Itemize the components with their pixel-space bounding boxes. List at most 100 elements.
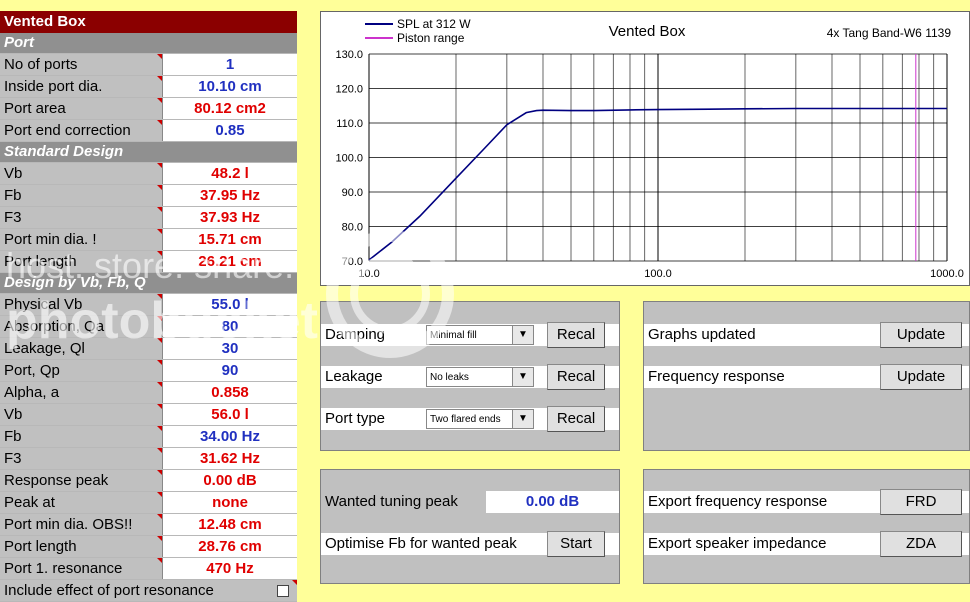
param-label: Port, Qp: [0, 360, 163, 381]
param-value[interactable]: 0.85: [163, 120, 297, 141]
frequency-response-update-button[interactable]: Update: [880, 364, 962, 390]
y-tick-label: 100.0: [335, 153, 363, 165]
legend-label: Piston range: [397, 31, 465, 45]
chevron-down-icon[interactable]: ▼: [512, 410, 533, 428]
export-frd-label: Export frequency response: [648, 493, 828, 510]
optimise-start-button[interactable]: Start: [547, 531, 605, 557]
param-value: 28.76 cm: [163, 536, 297, 557]
include-port-resonance-row: Include effect of port resonance: [0, 580, 297, 602]
acoustic-settings-panel: Damping Minimal fill ▼ Recal Leakage No l…: [320, 301, 620, 451]
graphs-panel: Graphs updated Update Frequency response…: [643, 301, 970, 451]
param-row: Alpha, a 0.858: [0, 382, 297, 404]
param-label: Port min dia. !: [0, 229, 163, 250]
param-row: Port min dia. OBS!! 12.48 cm: [0, 514, 297, 536]
param-label: No of ports: [0, 54, 163, 75]
tuning-peak-value[interactable]: 0.00 dB: [486, 491, 619, 513]
param-value: 15.71 cm: [163, 229, 297, 250]
param-value[interactable]: 34.00 Hz: [163, 426, 297, 447]
chart-title: Vented Box: [609, 23, 686, 40]
include-port-resonance-checkbox[interactable]: [277, 585, 289, 597]
param-value[interactable]: 80: [163, 316, 297, 337]
sheet-title: Vented Box: [0, 11, 297, 33]
section-port: Port: [0, 33, 297, 54]
param-value: 0.00 dB: [163, 470, 297, 491]
param-label: Port 1. resonance: [0, 558, 163, 579]
damping-label: Damping: [325, 326, 386, 343]
y-tick-label: 80.0: [342, 222, 363, 234]
chevron-down-icon[interactable]: ▼: [512, 368, 533, 386]
param-row: Port, Qp 90: [0, 360, 297, 382]
param-value[interactable]: 90: [163, 360, 297, 381]
param-value[interactable]: 10.10 cm: [163, 76, 297, 97]
section-standard-design: Standard Design: [0, 142, 297, 163]
param-label: Port min dia. OBS!!: [0, 514, 163, 535]
param-row: Vb 48.2 l: [0, 163, 297, 185]
param-row: Port 1. resonance 470 Hz: [0, 558, 297, 580]
param-label: Vb: [0, 404, 163, 425]
chart-svg: 70.0 80.0 90.0 100.0 110.0 120.0 130.0 10.0 100.…: [335, 17, 964, 280]
param-value: none: [163, 492, 297, 513]
param-value: 12.48 cm: [163, 514, 297, 535]
param-value: 470 Hz: [163, 558, 297, 579]
y-tick-label: 120.0: [335, 84, 363, 96]
param-value[interactable]: 30: [163, 338, 297, 359]
x-tick-label: 1000.0: [930, 268, 964, 280]
param-label: Port end correction: [0, 120, 163, 141]
param-row: No of ports 1: [0, 54, 297, 76]
chevron-down-icon[interactable]: ▼: [512, 326, 533, 344]
param-value: 37.93 Hz: [163, 207, 297, 228]
tuning-peak-label: Wanted tuning peak: [325, 493, 458, 510]
export-zda-button[interactable]: ZDA: [880, 531, 962, 557]
param-row: Inside port dia. 10.10 cm: [0, 76, 297, 98]
tuning-peak-row: Wanted tuning peak 0.00 dB: [321, 491, 619, 513]
param-label: Alpha, a: [0, 382, 163, 403]
x-tick-label: 10.0: [358, 268, 379, 280]
param-row: Port length 28.76 cm: [0, 536, 297, 558]
response-chart: 70.0 80.0 90.0 100.0 110.0 120.0 130.0 10.0 100.…: [320, 11, 970, 286]
param-row: Response peak 0.00 dB: [0, 470, 297, 492]
param-row: Vb 56.0 l: [0, 404, 297, 426]
leakage-row: Leakage No leaks ▼ Recal: [321, 364, 619, 390]
param-value: 80.12 cm2: [163, 98, 297, 119]
optimise-row: Optimise Fb for wanted peak Start: [321, 531, 619, 557]
damping-recal-button[interactable]: Recal: [547, 322, 605, 348]
param-label: Port length: [0, 251, 163, 272]
port-type-select[interactable]: Two flared ends ▼: [426, 409, 534, 429]
param-row: Port area 80.12 cm2: [0, 98, 297, 120]
legend-label: SPL at 312 W: [397, 17, 471, 31]
export-zda-row: Export speaker impedance ZDA: [644, 531, 969, 557]
x-tick-label: 100.0: [644, 268, 672, 280]
port-type-row: Port type Two flared ends ▼ Recal: [321, 406, 619, 432]
param-row: Port min dia. ! 15.71 cm: [0, 229, 297, 251]
param-label: Inside port dia.: [0, 76, 163, 97]
y-tick-label: 90.0: [342, 187, 363, 199]
export-zda-label: Export speaker impedance: [648, 535, 827, 552]
param-row: Physical Vb 55.0 l: [0, 294, 297, 316]
export-frd-row: Export frequency response FRD: [644, 489, 969, 515]
param-label: Port area: [0, 98, 163, 119]
optimise-label: Optimise Fb for wanted peak: [325, 535, 517, 552]
leakage-recal-button[interactable]: Recal: [547, 364, 605, 390]
port-type-recal-button[interactable]: Recal: [547, 406, 605, 432]
param-value[interactable]: 1: [163, 54, 297, 75]
param-value: 48.2 l: [163, 163, 297, 184]
param-value[interactable]: 55.0 l: [163, 294, 297, 315]
frequency-response-label: Frequency response: [648, 368, 785, 385]
param-value: 37.95 Hz: [163, 185, 297, 206]
param-row: Leakage, Ql 30: [0, 338, 297, 360]
leakage-select[interactable]: No leaks ▼: [426, 367, 534, 387]
param-label: Absorption, Qa: [0, 316, 163, 337]
param-label: Leakage, Ql: [0, 338, 163, 359]
param-label: F3: [0, 207, 163, 228]
damping-select[interactable]: Minimal fill ▼: [426, 325, 534, 345]
export-frd-button[interactable]: FRD: [880, 489, 962, 515]
param-label: Fb: [0, 185, 163, 206]
port-type-label: Port type: [325, 410, 386, 427]
graphs-update-button[interactable]: Update: [880, 322, 962, 348]
param-row: F3 31.62 Hz: [0, 448, 297, 470]
param-label: Port length: [0, 536, 163, 557]
param-label: Physical Vb: [0, 294, 163, 315]
param-row: F3 37.93 Hz: [0, 207, 297, 229]
section-design: Design by Vb, Fb, Q: [0, 273, 297, 294]
param-label: F3: [0, 448, 163, 469]
